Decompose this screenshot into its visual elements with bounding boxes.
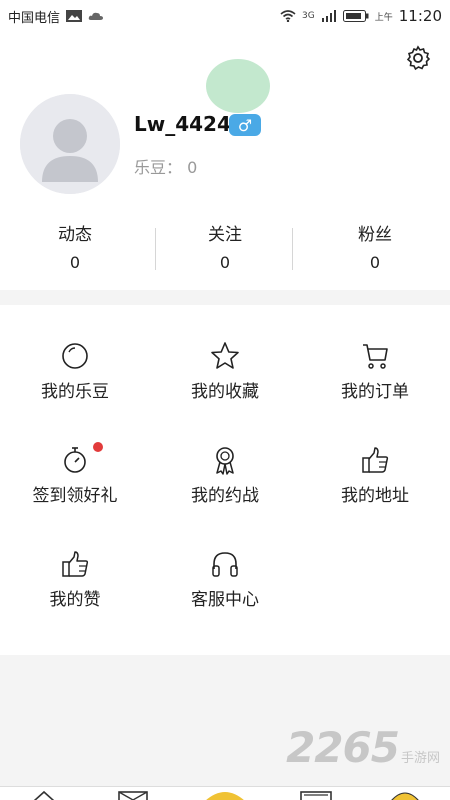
status-bar: 中国电信 3G 上午 11:20 <box>0 0 450 32</box>
home-icon[interactable] <box>32 789 56 800</box>
floating-bubble <box>206 59 270 113</box>
stat-value: 0 <box>369 253 381 272</box>
star-icon <box>211 342 239 369</box>
username: Lw_4424 <box>134 112 231 136</box>
default-avatar-icon <box>20 94 120 194</box>
time-period: 上午 <box>374 12 393 23</box>
gender-badge: ♂ <box>229 114 261 136</box>
profile-header: Lw_4424 ♂ 乐豆： 0 动态 0 关注 0 粉丝 0 <box>0 32 450 290</box>
ledou-balance: 乐豆： 0 <box>134 154 197 178</box>
gear-icon[interactable] <box>404 44 432 72</box>
stat-followers[interactable]: 粉丝 0 <box>300 216 450 286</box>
menu-label: 我的赞 <box>49 590 101 610</box>
male-icon: ♂ <box>237 115 253 135</box>
menu-item-my-ledou[interactable]: 我的乐豆 <box>0 341 150 402</box>
menu-label: 签到领好礼 <box>32 486 118 506</box>
circle-icon <box>62 343 88 369</box>
cloud-icon <box>88 12 104 20</box>
award-icon <box>216 447 234 475</box>
menu-item-favorites[interactable]: 我的收藏 <box>150 341 300 402</box>
menu-item-my-likes[interactable]: 我的赞 <box>0 549 150 610</box>
profile-tab-icon[interactable] <box>390 791 420 800</box>
headphones-icon <box>212 552 238 577</box>
thumbs-up-icon <box>362 447 389 473</box>
menu-item-customer-service[interactable]: 客服中心 <box>150 549 300 610</box>
stat-label: 动态 <box>58 225 92 245</box>
divider <box>292 228 293 270</box>
notification-dot <box>93 442 103 452</box>
stats-row: 动态 0 关注 0 粉丝 0 <box>0 216 450 286</box>
menu-label: 我的地址 <box>341 486 409 506</box>
avatar[interactable] <box>20 94 120 194</box>
stopwatch-icon <box>64 447 86 473</box>
menu-item-address[interactable]: 我的地址 <box>300 445 450 506</box>
stat-following[interactable]: 关注 0 <box>150 216 300 286</box>
menu-label: 我的收藏 <box>191 382 259 402</box>
menu-label: 客服中心 <box>191 590 259 610</box>
network-label: 3G <box>302 11 315 21</box>
ledou-value: 0 <box>187 158 198 177</box>
watermark-text: 手游网 <box>400 751 440 766</box>
battery-icon <box>342 10 369 22</box>
status-left: 中国电信 <box>8 7 104 26</box>
menu-item-my-battles[interactable]: 我的约战 <box>150 445 300 506</box>
status-right: 3G 上午 11:20 <box>280 7 442 25</box>
signal-icon <box>321 10 336 22</box>
stat-value: 0 <box>69 253 81 272</box>
image-icon <box>66 10 83 22</box>
mail-icon[interactable] <box>118 789 148 800</box>
menu-label: 我的乐豆 <box>41 382 109 402</box>
menu-label: 我的订单 <box>341 382 409 402</box>
menu-item-checkin[interactable]: 签到领好礼 <box>0 445 150 506</box>
menu-grid: 我的乐豆 我的收藏 我的订单 签到领好礼 我的约战 我的地址 我的赞 客服中心 <box>0 305 450 655</box>
stat-label: 关注 <box>208 225 242 245</box>
card-icon[interactable] <box>300 789 332 800</box>
clock: 11:20 <box>398 7 442 25</box>
watermark-number: 2265 <box>286 723 400 772</box>
ledou-label: 乐豆： <box>134 158 183 177</box>
menu-item-orders[interactable]: 我的订单 <box>300 341 450 402</box>
stat-value: 0 <box>219 253 231 272</box>
wifi-icon <box>280 10 296 22</box>
menu-label: 我的约战 <box>191 486 259 506</box>
stat-label: 粉丝 <box>358 225 392 245</box>
thumbs-up-icon <box>62 551 89 577</box>
cart-icon <box>363 344 388 369</box>
stat-dynamics[interactable]: 动态 0 <box>0 216 150 286</box>
divider <box>155 228 156 270</box>
watermark: 2265 手游网 <box>286 723 440 772</box>
bottom-nav <box>0 786 450 800</box>
carrier-label: 中国电信 <box>8 10 61 26</box>
center-tab-icon[interactable] <box>205 791 245 800</box>
